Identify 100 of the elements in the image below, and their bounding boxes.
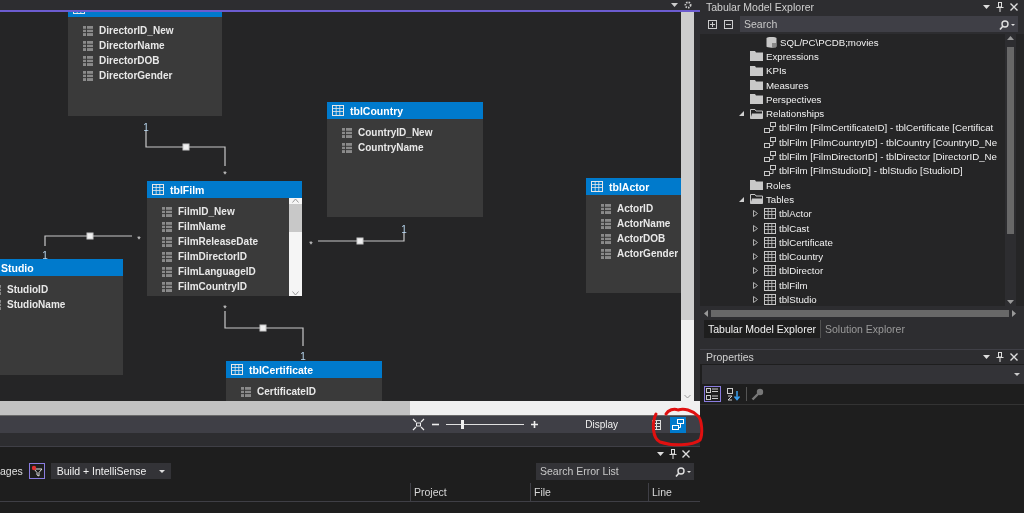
pin-icon[interactable] bbox=[996, 352, 1004, 362]
column-name[interactable]: FilmLanguageID bbox=[178, 266, 256, 277]
relationship-line[interactable] bbox=[317, 231, 405, 245]
column-name[interactable]: FilmReleaseDate bbox=[178, 236, 259, 247]
expand-all-icon[interactable] bbox=[708, 19, 717, 29]
diagram-table[interactable]: tblCertificate CertificateID bbox=[226, 361, 382, 401]
expand-arrow-icon[interactable] bbox=[751, 223, 760, 233]
column-name[interactable]: DirectorDOB bbox=[99, 55, 160, 66]
diagram-canvas[interactable] bbox=[0, 12, 681, 401]
tree-item[interactable]: tblFilm bbox=[779, 279, 808, 291]
filter-button[interactable] bbox=[28, 463, 45, 479]
tree-item[interactable]: KPIs bbox=[766, 65, 787, 77]
column-name[interactable]: FilmID_New bbox=[178, 206, 235, 217]
collapse-arrow-icon[interactable] bbox=[737, 109, 746, 119]
close-icon[interactable] bbox=[1010, 3, 1018, 11]
column-name[interactable]: FilmCountryID bbox=[178, 281, 247, 292]
search-icon[interactable] bbox=[675, 466, 691, 477]
tree-item[interactable]: Perspectives bbox=[766, 93, 822, 105]
horizontal-scrollbar[interactable] bbox=[0, 401, 700, 415]
diagram-view-button[interactable] bbox=[670, 416, 686, 433]
column-name[interactable]: FilmDirectorID bbox=[178, 251, 247, 262]
tree-item[interactable]: Measures bbox=[766, 79, 809, 91]
collapse-all-icon[interactable] bbox=[724, 19, 733, 29]
diagram-table[interactable]: tblActor ActorID ActorName ActorDOB ActorGender bbox=[586, 178, 681, 293]
diagram-table[interactable]: Studio StudioID StudioName bbox=[0, 259, 123, 375]
tree-item[interactable]: tblCountry bbox=[779, 251, 824, 263]
zoom-in-icon[interactable] bbox=[530, 420, 540, 429]
column-name[interactable]: FilmName bbox=[178, 221, 226, 232]
column-header[interactable]: File bbox=[530, 483, 648, 501]
column-name[interactable]: DirectorID_New bbox=[99, 25, 174, 36]
tree-item[interactable]: tblCast bbox=[779, 222, 810, 234]
column-name[interactable]: CountryName bbox=[358, 142, 424, 153]
close-icon[interactable] bbox=[1010, 353, 1018, 361]
tree-item[interactable]: tblFilm [FilmDirectorID] - tblDirector [DirectorID_Ne bbox=[779, 151, 997, 162]
pin-icon[interactable] bbox=[996, 2, 1004, 12]
tab-label[interactable]: ages bbox=[0, 465, 23, 477]
tree-item[interactable]: Expressions bbox=[766, 50, 819, 62]
expand-arrow-icon[interactable] bbox=[751, 295, 760, 304]
relationship-line[interactable] bbox=[44, 232, 133, 247]
column-name[interactable]: ActorName bbox=[617, 218, 671, 229]
panel-tab[interactable]: Solution Explorer bbox=[820, 320, 909, 338]
table-icon bbox=[231, 364, 243, 375]
expand-arrow-icon[interactable] bbox=[751, 252, 760, 262]
tree-item[interactable]: tblActor bbox=[779, 208, 812, 220]
column-name[interactable]: ActorID bbox=[617, 203, 654, 214]
caret-icon bbox=[158, 469, 165, 473]
column-name[interactable]: CountryID_New bbox=[358, 127, 433, 138]
search-field[interactable]: Search Error List bbox=[536, 462, 694, 480]
tree-item[interactable]: SQL/PC\PCDB;movies bbox=[780, 36, 879, 48]
tree-item[interactable]: Tables bbox=[766, 193, 794, 205]
diagram-table[interactable]: tblCountry CountryID_New CountryName bbox=[327, 102, 483, 217]
scroll-up-icon[interactable] bbox=[1007, 36, 1014, 40]
expand-arrow-icon[interactable] bbox=[751, 280, 760, 290]
column-name[interactable]: StudioID bbox=[7, 284, 49, 295]
search-field[interactable]: Search bbox=[740, 16, 1018, 32]
wrench-icon[interactable] bbox=[751, 387, 764, 401]
tree-item[interactable]: tblCertificate bbox=[779, 236, 833, 248]
close-icon[interactable] bbox=[682, 450, 690, 458]
tree-item[interactable]: tblFilm [FilmCountryID] - tblCountry [CountryID_Ne bbox=[779, 136, 998, 148]
tree-item[interactable]: tblDirector bbox=[779, 265, 824, 277]
zoom-slider[interactable] bbox=[446, 420, 525, 429]
column-name[interactable]: ActorGender bbox=[617, 248, 679, 259]
tree-item[interactable]: tblFilm [FilmStudioID] - tblStudio [StudioID] bbox=[779, 165, 963, 177]
expand-arrow-icon[interactable] bbox=[751, 266, 760, 276]
pin-icon[interactable] bbox=[669, 449, 677, 459]
build-filter-dropdown[interactable]: Build + IntelliSense bbox=[50, 463, 171, 479]
column-header[interactable]: Line bbox=[648, 483, 692, 501]
alphabetical-sort-button[interactable] bbox=[725, 386, 742, 402]
expand-arrow-icon[interactable] bbox=[751, 209, 760, 219]
column-icon bbox=[162, 266, 172, 277]
tree-item[interactable]: tblFilm [FilmCertificateID] - tblCertificate [Certificat bbox=[779, 122, 994, 134]
column-name[interactable]: StudioName bbox=[7, 299, 66, 310]
dropdown-icon[interactable] bbox=[671, 3, 678, 7]
tree-item[interactable]: Roles bbox=[766, 179, 791, 191]
dropdown-icon[interactable] bbox=[983, 355, 990, 359]
vertical-scrollbar[interactable] bbox=[681, 12, 694, 401]
tree-item[interactable]: tblStudio bbox=[779, 294, 817, 305]
table-icon bbox=[764, 279, 776, 291]
column-name[interactable]: DirectorName bbox=[99, 40, 165, 51]
fit-to-window-icon[interactable] bbox=[412, 418, 426, 431]
search-icon[interactable] bbox=[999, 20, 1015, 30]
scroll-down-icon[interactable] bbox=[1007, 300, 1014, 304]
dropdown-icon[interactable] bbox=[657, 452, 664, 456]
expand-arrow-icon[interactable] bbox=[751, 237, 760, 247]
categorized-button[interactable] bbox=[704, 386, 721, 402]
settings-icon[interactable] bbox=[684, 1, 692, 9]
tree-item[interactable]: Relationships bbox=[766, 108, 825, 120]
vertical-scrollbar[interactable] bbox=[1005, 34, 1016, 306]
column-header[interactable]: Project bbox=[410, 483, 530, 501]
scroll-left-icon[interactable] bbox=[704, 310, 708, 317]
scroll-right-icon[interactable] bbox=[1012, 310, 1016, 317]
column-name[interactable]: DirectorGender bbox=[99, 70, 173, 81]
folder-icon bbox=[750, 51, 763, 62]
diagram-table[interactable]: tblFilm FilmID_New FilmName FilmReleaseDate FilmDirectorID FilmLanguageID FilmCountryID bbox=[147, 181, 302, 296]
dropdown-icon[interactable] bbox=[983, 5, 990, 9]
panel-tab[interactable]: Tabular Model Explorer bbox=[704, 320, 821, 338]
column-name[interactable]: ActorDOB bbox=[617, 233, 666, 244]
diagram-table[interactable]: DirectorID_New DirectorName DirectorDOB DirectorGender bbox=[68, 12, 222, 116]
column-name[interactable]: CertificateID bbox=[257, 386, 316, 397]
cardinality-label: * bbox=[223, 169, 227, 179]
